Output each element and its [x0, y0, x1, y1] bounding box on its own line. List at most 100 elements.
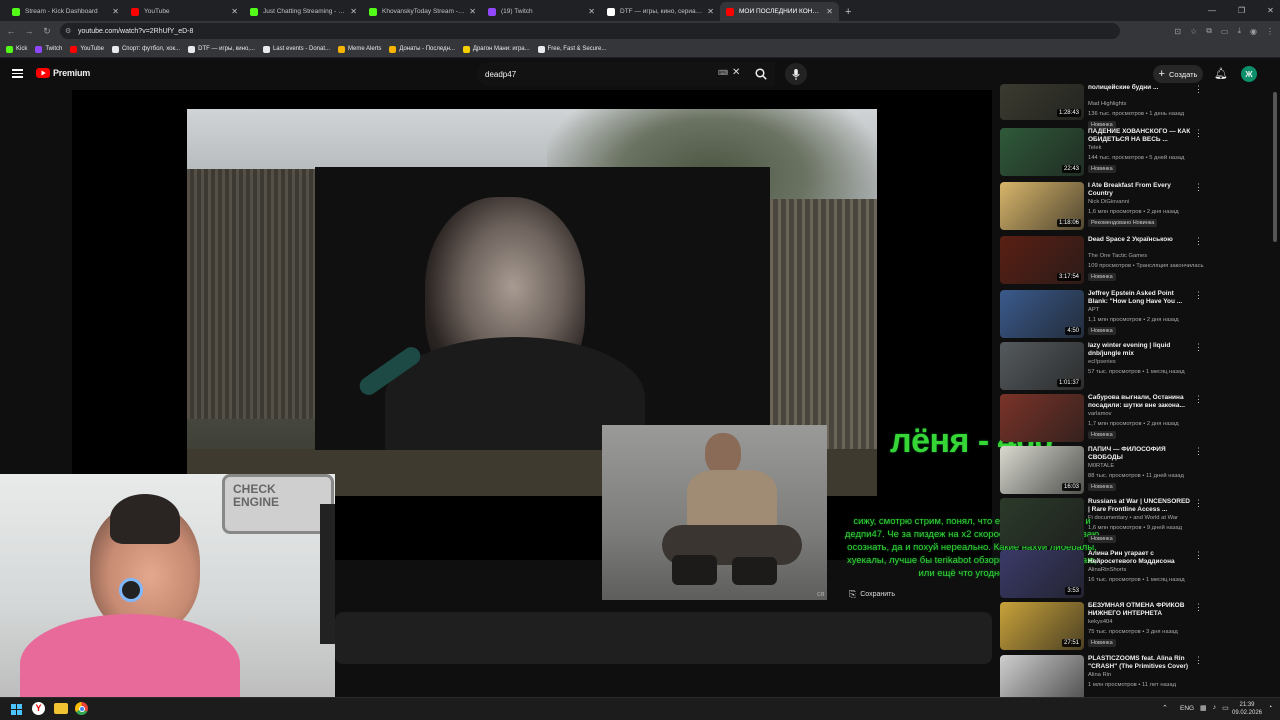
- recommendation-channel[interactable]: varlamov: [1088, 411, 1112, 417]
- more-options-icon[interactable]: ⋮: [1194, 129, 1203, 138]
- browser-tab[interactable]: DTF — игры, кино, сериалы, р ✕: [601, 2, 720, 21]
- star-icon[interactable]: ☆: [1190, 27, 1197, 36]
- bookmark-item[interactable]: Free, Fast & Secure...: [537, 45, 606, 53]
- recommendation-item[interactable]: 1:28:43 полицейские будни ... Mad Highligh…: [1000, 84, 1203, 129]
- download-icon[interactable]: ⤓: [1237, 26, 1241, 36]
- recommendation-item[interactable]: 27:51 БЕЗУМНАЯ ОТМЕНА ФРИКОВ НИЖНЕГО ИНТЕ…: [1000, 602, 1203, 652]
- recommendation-thumbnail[interactable]: 3:53: [1000, 550, 1084, 598]
- recommendation-title[interactable]: ПАДЕНИЕ ХОВАНСКОГО — КАК ОБИДЕТЬСЯ НА ВЕ…: [1088, 128, 1193, 144]
- recommendation-item[interactable]: 22:43 ПАДЕНИЕ ХОВАНСКОГО — КАК ОБИДЕТЬСЯ …: [1000, 128, 1203, 178]
- recommendation-title[interactable]: lazy winter evening | liquid dnb/jungle …: [1088, 342, 1193, 358]
- tab-close-icon[interactable]: ✕: [469, 7, 476, 16]
- site-info-icon[interactable]: ⚙: [65, 27, 71, 35]
- install-icon[interactable]: ⊡: [1174, 27, 1181, 36]
- tab-close-icon[interactable]: ✕: [826, 7, 833, 16]
- video-description-box[interactable]: [335, 612, 992, 664]
- recommendation-item[interactable]: 4:50 Jeffrey Epstein Asked Point Blank: "…: [1000, 290, 1203, 340]
- recommendation-channel[interactable]: Mad Highlights: [1088, 101, 1126, 107]
- more-options-icon[interactable]: ⋮: [1194, 499, 1203, 508]
- recommendation-thumbnail[interactable]: 16:03: [1000, 446, 1084, 494]
- recommendation-thumbnail[interactable]: 1:01:37: [1000, 342, 1084, 390]
- notifications-icon[interactable]: ◔: [1268, 704, 1272, 711]
- more-options-icon[interactable]: ⋮: [1194, 656, 1203, 665]
- recommendation-title[interactable]: Сабурова выгнали, Останина посадили: шут…: [1088, 394, 1193, 410]
- recommendation-item[interactable]: 1:18:06 I Ate Breakfast From Every Countr…: [1000, 182, 1203, 232]
- tab-close-icon[interactable]: ✕: [588, 7, 595, 16]
- recommendation-channel[interactable]: Alina Rin: [1088, 672, 1111, 678]
- tab-close-icon[interactable]: ✕: [350, 7, 357, 16]
- address-bar[interactable]: ⚙ youtube.com/watch?v=2RhUfY_eD-8: [60, 23, 1120, 39]
- bookmark-item[interactable]: YouTube: [70, 45, 104, 53]
- bookmark-item[interactable]: Донаты - Последн...: [389, 45, 455, 53]
- account-avatar[interactable]: Ж: [1241, 66, 1257, 82]
- extensions-icon[interactable]: ⧉: [1206, 26, 1212, 36]
- recommendation-title[interactable]: ПАПИЧ — ФИЛОСОФИЯ СВОБОДЫ: [1088, 446, 1193, 462]
- more-options-icon[interactable]: ⋮: [1194, 85, 1203, 94]
- menu-icon[interactable]: ⋮: [1266, 27, 1274, 36]
- volume-icon[interactable]: ♪: [1213, 704, 1217, 712]
- bookmark-item[interactable]: Kick: [6, 45, 27, 53]
- recommendation-channel[interactable]: Nick DiGiovanni: [1088, 199, 1129, 205]
- recommendation-title[interactable]: БЕЗУМНАЯ ОТМЕНА ФРИКОВ НИЖНЕГО ИНТЕРНЕТА: [1088, 602, 1193, 618]
- recommendation-title[interactable]: PLASTICZOOMS feat. Alina Rin "CRASH" (Th…: [1088, 655, 1193, 671]
- browser-tab[interactable]: МОЙ ПОСЛЕДНИЙ КОНФЛИК ✕: [720, 2, 839, 21]
- more-options-icon[interactable]: ⋮: [1194, 237, 1203, 246]
- recommendation-channel[interactable]: The One Tactic Games: [1088, 253, 1147, 259]
- recommendation-title[interactable]: Алина Рин угарает с Нейросетевого Мэддис…: [1088, 550, 1193, 566]
- bookmark-item[interactable]: Meme Alerts: [338, 45, 381, 53]
- keyboard-icon[interactable]: ⌨: [718, 69, 728, 77]
- more-options-icon[interactable]: ⋮: [1194, 603, 1203, 612]
- notifications-bell-icon[interactable]: 🔔︎: [1214, 67, 1228, 80]
- recommendation-channel[interactable]: ecl!pseries: [1088, 359, 1116, 365]
- tray-overflow-icon[interactable]: ⌃: [1162, 704, 1168, 712]
- browser-tab[interactable]: Stream - Kick Dashboard ✕: [6, 2, 125, 21]
- recommendation-thumbnail[interactable]: [1000, 655, 1084, 703]
- recommendation-thumbnail[interactable]: 4:50: [1000, 290, 1084, 338]
- more-options-icon[interactable]: ⋮: [1194, 395, 1203, 404]
- more-options-icon[interactable]: ⋮: [1194, 551, 1203, 560]
- file-explorer-icon[interactable]: [54, 703, 68, 714]
- bookmark-item[interactable]: Twitch: [35, 45, 62, 53]
- windows-start-icon[interactable]: [11, 704, 22, 715]
- chrome-icon[interactable]: [75, 702, 88, 715]
- recommendation-thumbnail[interactable]: 1:28:43: [1000, 84, 1084, 120]
- recommendation-title[interactable]: Dead Space 2 Українською: [1088, 236, 1193, 244]
- recommendation-thumbnail[interactable]: [1000, 498, 1084, 546]
- more-options-icon[interactable]: ⋮: [1194, 343, 1203, 352]
- forward-icon[interactable]: →: [20, 26, 38, 36]
- tab-close-icon[interactable]: ✕: [707, 7, 714, 16]
- save-button[interactable]: ⎘ Сохранить: [849, 589, 895, 600]
- recommendation-thumbnail[interactable]: 1:18:06: [1000, 182, 1084, 230]
- browser-tab[interactable]: KhovanskyToday Stream - Watc ✕: [363, 2, 482, 21]
- tab-close-icon[interactable]: ✕: [112, 7, 119, 16]
- new-tab-button[interactable]: +: [839, 2, 857, 21]
- create-button[interactable]: + Создать: [1153, 65, 1203, 83]
- language-indicator[interactable]: ENG: [1180, 705, 1194, 712]
- more-options-icon[interactable]: ⋮: [1194, 291, 1203, 300]
- bookmark-item[interactable]: Драгон Мани: игра...: [462, 45, 530, 53]
- bookmark-item[interactable]: Last events - Donat...: [262, 45, 330, 53]
- recommendation-thumbnail[interactable]: 27:51: [1000, 602, 1084, 650]
- search-input[interactable]: deadp47 ⌨ ✕: [477, 62, 775, 86]
- browser-tab[interactable]: (19) Twitch ✕: [482, 2, 601, 21]
- recommendation-item[interactable]: 3:53 Алина Рин угарает с Нейросетевого Мэ…: [1000, 550, 1203, 600]
- voice-search-button[interactable]: [785, 63, 807, 85]
- profile-icon[interactable]: ◉: [1250, 27, 1257, 36]
- maximize-icon[interactable]: ❐: [1238, 6, 1245, 15]
- recommendation-channel[interactable]: AlinaRinShorts: [1088, 567, 1126, 573]
- recommendation-title[interactable]: Jeffrey Epstein Asked Point Blank: "How …: [1088, 290, 1193, 306]
- recommendation-thumbnail[interactable]: 3:17:54: [1000, 236, 1084, 284]
- recommendation-title[interactable]: Russians at War | UNCENSORED | Rare Fron…: [1088, 498, 1193, 514]
- back-icon[interactable]: ←: [2, 26, 20, 36]
- recommendation-channel[interactable]: APT: [1088, 307, 1099, 313]
- recommendation-item[interactable]: Сабурова выгнали, Останина посадили: шут…: [1000, 394, 1203, 444]
- more-options-icon[interactable]: ⋮: [1194, 447, 1203, 456]
- reload-icon[interactable]: ↻: [38, 26, 56, 37]
- yandex-browser-icon[interactable]: Y: [32, 702, 45, 715]
- clear-search-icon[interactable]: ✕: [732, 67, 740, 78]
- browser-tab[interactable]: YouTube ✕: [125, 2, 244, 21]
- page-scrollbar[interactable]: [1273, 92, 1277, 242]
- youtube-logo[interactable]: Premium: [36, 68, 90, 78]
- close-window-icon[interactable]: ✕: [1267, 6, 1274, 15]
- recommendation-title[interactable]: I Ate Breakfast From Every Country: [1088, 182, 1193, 198]
